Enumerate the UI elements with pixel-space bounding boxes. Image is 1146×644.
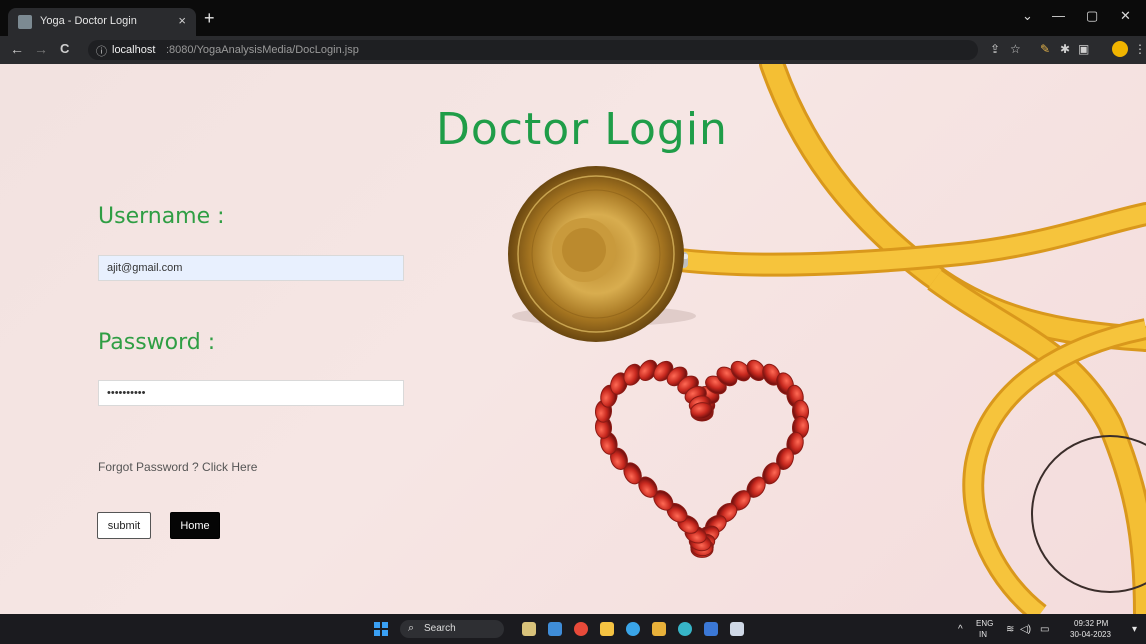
extensions-puzzle-icon[interactable]: ✱	[1060, 42, 1070, 56]
notification-icon[interactable]: ▾	[1132, 624, 1137, 635]
tab-close-icon[interactable]: ×	[178, 13, 186, 28]
clock-date: 30-04-2023	[1070, 630, 1111, 639]
maximize-icon[interactable]: ▢	[1086, 8, 1098, 24]
password-label: Password :	[98, 330, 216, 355]
browser-tab[interactable]: Yoga - Doctor Login ×	[8, 8, 196, 36]
region-label: IN	[979, 630, 987, 639]
address-bar[interactable]: ⓘ localhost :8080/YogaAnalysisMedia/DocL…	[88, 40, 978, 60]
task-view-icon[interactable]	[548, 622, 562, 636]
tab-title: Yoga - Doctor Login	[40, 15, 137, 27]
menu-kebab-icon[interactable]: ⋮	[1134, 42, 1146, 56]
username-label: Username :	[98, 204, 225, 229]
minimize-icon[interactable]: —	[1052, 8, 1065, 23]
browser-toolbar: ← → C ⓘ localhost :8080/YogaAnalysisMedi…	[0, 36, 1146, 65]
new-tab-icon[interactable]: +	[204, 9, 215, 27]
share-icon[interactable]: ⇪	[990, 42, 1000, 56]
side-panel-icon[interactable]: ▣	[1078, 42, 1089, 56]
file-explorer-icon[interactable]	[600, 622, 614, 636]
wifi-icon[interactable]: ≋	[1006, 624, 1014, 635]
search-icon: ⌕	[408, 622, 415, 634]
forgot-password-link[interactable]: Forgot Password ? Click Here	[98, 460, 257, 474]
submit-button[interactable]: submit	[97, 512, 151, 539]
volume-icon[interactable]: ◁)	[1020, 624, 1031, 635]
site-info-icon[interactable]: ⓘ	[96, 43, 107, 59]
login-page: Doctor Login Username : Password : Forgo…	[0, 64, 1146, 614]
username-input[interactable]	[98, 255, 404, 281]
windows-start-icon[interactable]	[374, 622, 388, 636]
battery-icon[interactable]: ▭	[1040, 624, 1049, 635]
reload-icon[interactable]: C	[60, 41, 69, 56]
taskbar-search-label: Search	[424, 623, 456, 634]
tray-chevron-icon[interactable]: ^	[958, 624, 963, 635]
app-icon-1[interactable]	[574, 622, 588, 636]
tab-favicon-icon	[18, 15, 32, 29]
url-path: :8080/YogaAnalysisMedia/DocLogin.jsp	[166, 44, 359, 56]
bookmark-star-icon[interactable]: ☆	[1010, 42, 1021, 56]
clock-time[interactable]: 09:32 PM	[1074, 619, 1108, 628]
language-label[interactable]: ENG	[976, 619, 993, 628]
page-title: Doctor Login	[436, 104, 728, 155]
password-input[interactable]	[98, 380, 404, 406]
widgets-icon[interactable]	[522, 622, 536, 636]
profile-avatar[interactable]	[1112, 41, 1128, 57]
app-icon-2[interactable]	[652, 622, 666, 636]
bead-heart	[594, 359, 810, 558]
windows-taskbar: ⌕ Search ^ ENG IN ≋ ◁) ▭ 09:32 PM 30-04-…	[0, 614, 1146, 644]
app-icon-3[interactable]	[678, 622, 692, 636]
forward-icon[interactable]: →	[34, 41, 48, 57]
browser-titlebar: Yoga - Doctor Login × + ⌄ — ▢ ✕	[0, 0, 1146, 36]
tab-search-icon[interactable]: ⌄	[1022, 8, 1033, 24]
taskbar-search[interactable]: ⌕ Search	[400, 620, 504, 638]
close-window-icon[interactable]: ✕	[1120, 8, 1131, 24]
edge-icon[interactable]	[626, 622, 640, 636]
app-icon-4[interactable]	[704, 622, 718, 636]
url-host: localhost	[112, 44, 156, 56]
home-button[interactable]: Home	[170, 512, 220, 539]
app-icon-5[interactable]	[730, 622, 744, 636]
extension-pen-icon[interactable]: ✎	[1040, 42, 1050, 56]
back-icon[interactable]: ←	[10, 41, 24, 57]
